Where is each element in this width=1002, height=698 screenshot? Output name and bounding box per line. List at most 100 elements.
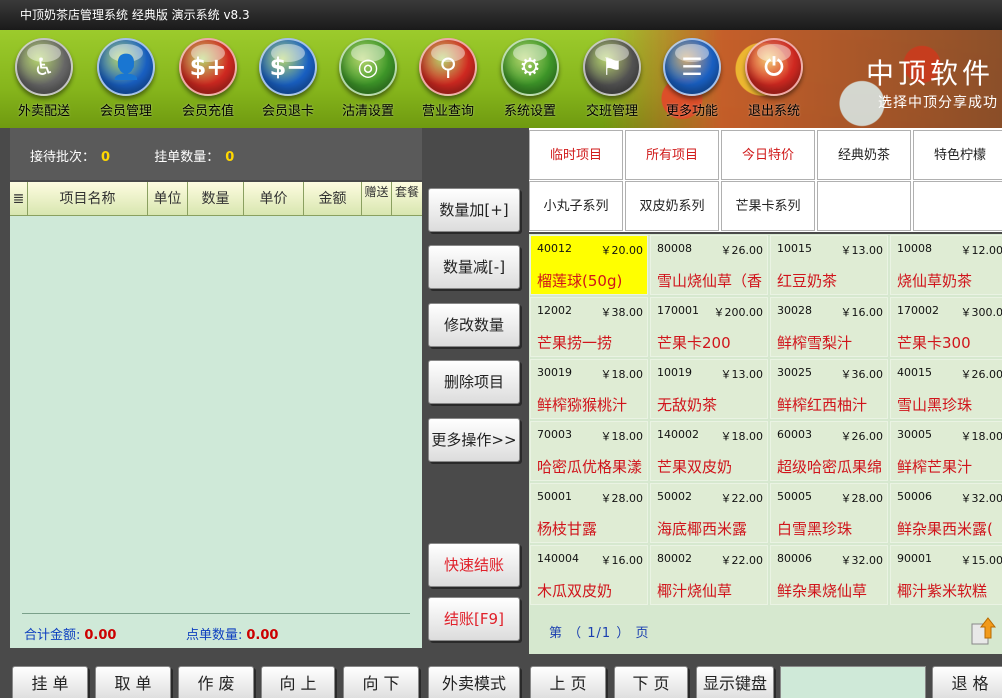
category-tab-3[interactable]: 经典奶茶 [817, 130, 911, 180]
product-tile[interactable]: 30028 ￥16.00 鲜榨雪梨汁 [770, 297, 888, 357]
product-tile[interactable]: 170001 ￥200.00 芒果卡200 [650, 297, 768, 357]
toolbar-button-4[interactable]: ◎ 沽清设置 [330, 38, 406, 124]
product-tile[interactable]: 30005 ￥18.00 鲜榨芒果汁 [890, 421, 1002, 481]
toolbar-button-3[interactable]: $− 会员退卡 [250, 38, 326, 124]
retrieve-order-button[interactable]: 取 单 [95, 666, 171, 698]
product-tile[interactable]: 40015 ￥26.00 雪山黑珍珠 [890, 359, 1002, 419]
toolbar-button-8[interactable]: ☰ 更多功能 [654, 38, 730, 124]
quantity-plus-button[interactable]: 数量加[+] [428, 188, 520, 232]
product-tile[interactable]: 50006 ￥32.00 鲜杂果西米露( [890, 483, 1002, 543]
product-code: 10008 [897, 242, 932, 255]
product-price: ￥36.00 [840, 368, 884, 381]
product-tile[interactable]: 60003 ￥26.00 超级哈密瓜果绵 [770, 421, 888, 481]
product-tile[interactable]: 30019 ￥18.00 鲜榨猕猴桃汁 [530, 359, 648, 419]
product-tile[interactable]: 140002 ￥18.00 芒果双皮奶 [650, 421, 768, 481]
column-unit[interactable]: 单位 [148, 182, 188, 215]
product-tile[interactable]: 80002 ￥22.00 椰汁烧仙草 [650, 545, 768, 605]
product-pager: 第 （ 1/1 ） 页 [529, 608, 1002, 654]
category-tab-7[interactable]: 芒果卡系列 [721, 181, 815, 231]
input-box[interactable] [780, 666, 926, 698]
count-value: 0.00 [246, 628, 279, 643]
category-tab-0[interactable]: 临时项目 [529, 130, 623, 180]
column-combo[interactable]: 套餐 [392, 182, 422, 215]
product-tile[interactable]: 12002 ￥38.00 芒果捞一捞 [530, 297, 648, 357]
checkout-button[interactable]: 结账[F9] [428, 597, 520, 641]
product-name: 鲜杂果西米露( [897, 520, 993, 538]
toolbar-button-6[interactable]: ⚙ 系统设置 [492, 38, 568, 124]
product-tile[interactable]: 30025 ￥36.00 鲜榨红西柚汁 [770, 359, 888, 419]
product-tile[interactable]: 70003 ￥18.00 哈密瓜优格果漾 [530, 421, 648, 481]
backspace-button[interactable]: 退 格 [932, 666, 1002, 698]
product-code: 10019 [657, 366, 692, 379]
product-price: ￥16.00 [840, 306, 884, 319]
product-tile[interactable]: 40012 ￥20.00 榴莲球(50g) [530, 235, 648, 295]
quantity-minus-button[interactable]: 数量减[-] [428, 245, 520, 289]
column-unit-price[interactable]: 单价 [244, 182, 304, 215]
toolbar-button-5[interactable]: ⚲ 营业查询 [410, 38, 486, 124]
product-code: 80008 [657, 242, 692, 255]
column-amount[interactable]: 金额 [304, 182, 362, 215]
category-tab-1[interactable]: 所有项目 [625, 130, 719, 180]
quick-checkout-button[interactable]: 快速结账 [428, 543, 520, 587]
user-icon-glyph: 👤 [111, 53, 141, 81]
next-page-button[interactable]: 下 页 [614, 666, 688, 698]
delete-item-button[interactable]: 删除项目 [428, 360, 520, 404]
user-icon: 👤 [97, 38, 155, 96]
more-operations-button[interactable]: 更多操作>> [428, 418, 520, 462]
category-tab-8[interactable] [817, 181, 911, 231]
product-price: ￥38.00 [600, 306, 644, 319]
product-name: 木瓜双皮奶 [537, 582, 613, 600]
category-tab-2[interactable]: 今日特价 [721, 130, 815, 180]
column-menu-icon[interactable]: ≣ [10, 182, 28, 215]
product-tile[interactable]: 50005 ￥28.00 白雪黑珍珠 [770, 483, 888, 543]
product-tile[interactable]: 90001 ￥15.00 椰汁紫米软糕 [890, 545, 1002, 605]
power-icon-glyph: ⏻ [764, 53, 784, 81]
column-item-name[interactable]: 项目名称 [28, 182, 148, 215]
move-down-button[interactable]: 向 下 [343, 666, 419, 698]
order-table-body[interactable] [10, 216, 422, 648]
takeaway-mode-button[interactable]: 外卖模式 [428, 666, 520, 698]
category-tab-5[interactable]: 小丸子系列 [529, 181, 623, 231]
show-keyboard-button[interactable]: 显示键盘 [696, 666, 774, 698]
product-code: 30019 [537, 366, 572, 379]
order-count: 点单数量: 0.00 [186, 624, 278, 643]
toolbar-button-1[interactable]: 👤 会员管理 [88, 38, 164, 124]
product-tile[interactable]: 80008 ￥26.00 雪山烧仙草（香 [650, 235, 768, 295]
recharge-card-icon: $+ [179, 38, 237, 96]
toolbar-button-label: 会员管理 [99, 104, 152, 119]
order-total: 合计金额: 0.00 [24, 624, 116, 643]
toolbar-button-label: 会员充值 [181, 104, 234, 119]
toolbar-button-0[interactable]: ♿ 外卖配送 [6, 38, 82, 124]
edit-quantity-button[interactable]: 修改数量 [428, 303, 520, 347]
product-tile[interactable]: 140004 ￥16.00 木瓜双皮奶 [530, 545, 648, 605]
category-tab-6[interactable]: 双皮奶系列 [625, 181, 719, 231]
category-tab-4[interactable]: 特色柠檬 [913, 130, 1002, 180]
product-price: ￥28.00 [840, 492, 884, 505]
product-tile[interactable]: 170002 ￥300.0 芒果卡300 [890, 297, 1002, 357]
column-quantity[interactable]: 数量 [188, 182, 244, 215]
toolbar-button-2[interactable]: $+ 会员充值 [170, 38, 246, 124]
product-code: 140002 [657, 428, 699, 441]
previous-page-button[interactable]: 上 页 [530, 666, 606, 698]
product-name: 海底椰西米露 [657, 520, 748, 538]
toolbar-button-9[interactable]: ⏻ 退出系统 [736, 38, 812, 124]
page-indicator: 第 （ 1/1 ） 页 [549, 626, 650, 641]
scooter-icon-glyph: ♿ [33, 53, 55, 81]
void-button[interactable]: 作 废 [178, 666, 254, 698]
hold-order-button[interactable]: 挂 单 [12, 666, 88, 698]
move-up-button[interactable]: 向 上 [261, 666, 335, 698]
scroll-up-icon[interactable] [970, 616, 996, 646]
product-tile[interactable]: 80006 ￥32.00 鲜杂果烧仙草 [770, 545, 888, 605]
column-gift[interactable]: 赠送 [362, 182, 392, 215]
category-tab-9[interactable] [913, 181, 1002, 231]
product-code: 40015 [897, 366, 932, 379]
product-tile[interactable]: 10019 ￥13.00 无敌奶茶 [650, 359, 768, 419]
product-name: 榴莲球(50g) [537, 272, 623, 290]
product-price: ￥32.00 [840, 554, 884, 567]
toolbar-button-7[interactable]: ⚑ 交班管理 [574, 38, 650, 124]
product-tile[interactable]: 50001 ￥28.00 杨枝甘露 [530, 483, 648, 543]
product-tile[interactable]: 10008 ￥12.00 烧仙草奶茶 [890, 235, 1002, 295]
product-price: ￥18.00 [600, 368, 644, 381]
product-tile[interactable]: 50002 ￥22.00 海底椰西米露 [650, 483, 768, 543]
product-tile[interactable]: 10015 ￥13.00 红豆奶茶 [770, 235, 888, 295]
